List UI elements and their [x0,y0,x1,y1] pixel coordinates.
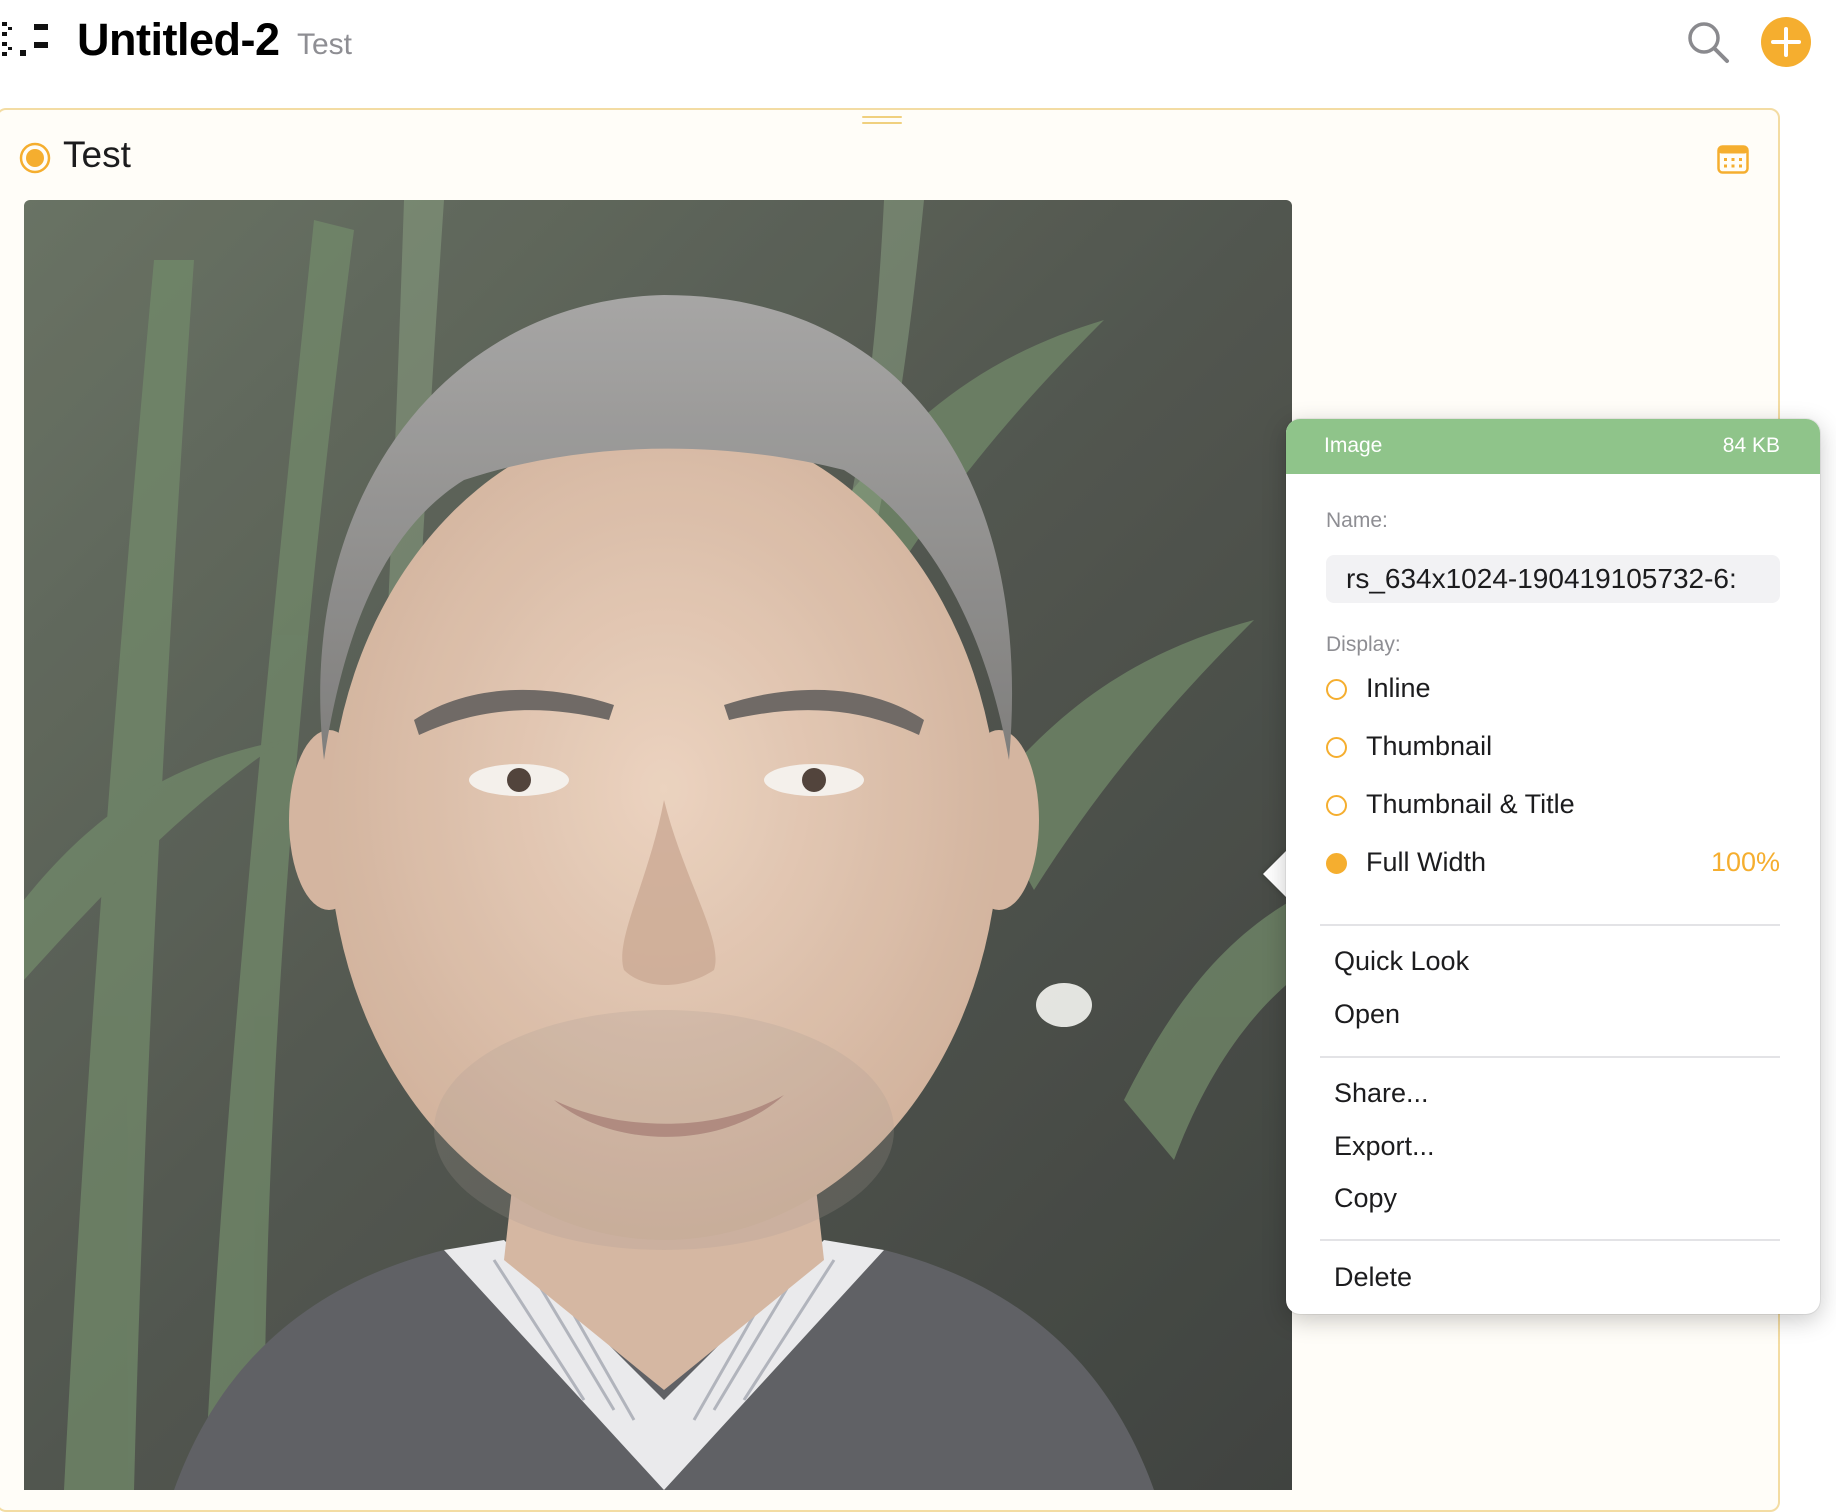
display-option-thumbnail[interactable]: Thumbnail [1326,727,1780,769]
inspector-header: Image 84 KB [1286,419,1820,474]
status-toggle[interactable] [19,142,51,174]
open-menu-item[interactable]: Open [1334,999,1400,1030]
display-label: Display: [1326,633,1401,656]
calendar-button[interactable] [1716,142,1750,176]
radio-icon [1326,737,1347,758]
display-option-inline[interactable]: Inline [1326,669,1780,711]
display-option-full-width[interactable]: Full Width 100% [1326,843,1780,885]
drag-handle-icon[interactable] [862,116,902,126]
name-label: Name: [1326,509,1388,532]
attached-image[interactable] [24,200,1292,1490]
divider [1320,924,1780,926]
quick-look-menu-item[interactable]: Quick Look [1334,946,1469,977]
radio-selected-icon [1326,853,1347,874]
display-option-label: Thumbnail & Title [1366,789,1575,819]
calendar-icon [1717,145,1749,174]
note-title[interactable]: Test [63,134,131,176]
radio-icon [1326,795,1347,816]
full-width-percentage[interactable]: 100% [1711,847,1780,878]
search-icon [1688,22,1729,63]
document-subtitle: Test [297,28,353,61]
app-logo-icon [2,22,48,56]
portrait-photo [24,200,1292,1490]
status-dot-icon [19,142,51,174]
popover-arrow [1263,850,1287,898]
share-menu-item[interactable]: Share... [1334,1078,1429,1109]
plus-circle-icon [1771,27,1801,57]
display-option-label: Thumbnail [1366,731,1493,761]
document-title[interactable]: Untitled-2 [77,14,280,66]
copy-menu-item[interactable]: Copy [1334,1183,1397,1214]
name-field[interactable] [1326,555,1780,603]
divider [1320,1239,1780,1241]
add-button[interactable] [1761,17,1811,67]
radio-icon [1326,679,1347,700]
delete-menu-item[interactable]: Delete [1334,1262,1412,1293]
divider [1320,1056,1780,1058]
export-menu-item[interactable]: Export... [1334,1131,1435,1162]
search-button[interactable] [1684,18,1732,66]
display-option-thumbnail-title[interactable]: Thumbnail & Title [1326,785,1780,827]
attachment-size: 84 KB [1722,434,1780,457]
image-inspector-popover: Image 84 KB Name: Display: Inline Thumbn… [1286,419,1820,1314]
display-option-label: Full Width [1366,847,1487,877]
app-header: Untitled-2 Test [0,0,1836,105]
attachment-type: Image [1324,434,1383,457]
display-option-label: Inline [1366,673,1431,703]
